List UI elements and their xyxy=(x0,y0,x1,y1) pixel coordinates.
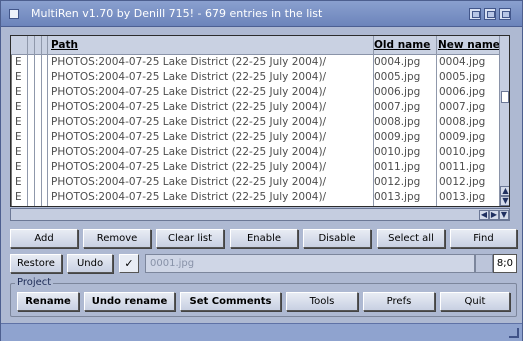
vertical-scrollbar[interactable]: ▲ ▼ xyxy=(499,36,509,206)
row-path: PHOTOS:2004-07-25 Lake District (22-25 J… xyxy=(51,86,327,98)
row-flag: E xyxy=(15,86,22,98)
vertical-scroll-knob[interactable] xyxy=(501,91,509,103)
list-item[interactable]: E PHOTOS:2004-07-25 Lake District (22-25… xyxy=(11,101,499,114)
scroll-right-icon[interactable]: ▶ xyxy=(489,210,499,220)
row-path: PHOTOS:2004-07-25 Lake District (22-25 J… xyxy=(51,191,327,203)
find-button[interactable]: Find xyxy=(450,229,517,248)
row-path: PHOTOS:2004-07-25 Lake District (22-25 J… xyxy=(51,56,327,68)
header-new-name[interactable]: New name xyxy=(438,39,500,51)
row-old-name: 0007.jpg xyxy=(374,101,421,113)
list-item[interactable]: E PHOTOS:2004-07-25 Lake District (22-25… xyxy=(11,191,499,204)
list-item[interactable]: E PHOTOS:2004-07-25 Lake District (22-25… xyxy=(11,131,499,144)
restore-button[interactable]: Restore xyxy=(10,254,62,273)
row-old-name: 0013.jpg xyxy=(374,191,421,203)
row-flag: E xyxy=(15,56,22,68)
row-path: PHOTOS:2004-07-25 Lake District (22-25 J… xyxy=(51,176,327,188)
list-item[interactable]: E PHOTOS:2004-07-25 Lake District (22-25… xyxy=(11,86,499,99)
row-new-name: 0007.jpg xyxy=(439,101,486,113)
row-flag: E xyxy=(15,146,22,158)
close-window-icon[interactable] xyxy=(9,9,19,19)
file-list[interactable]: Path Old name New name E PHOTOS:2004-07-… xyxy=(10,35,510,207)
list-item[interactable]: E PHOTOS:2004-07-25 Lake District (22-25… xyxy=(11,161,499,174)
resize-handle-icon[interactable] xyxy=(509,328,519,338)
row-path: PHOTOS:2004-07-25 Lake District (22-25 J… xyxy=(51,146,327,158)
row-flag: E xyxy=(15,176,22,188)
row-old-name: 0011.jpg xyxy=(374,161,421,173)
row-path: PHOTOS:2004-07-25 Lake District (22-25 J… xyxy=(51,101,327,113)
row-flag: E xyxy=(15,131,22,143)
row-flag: E xyxy=(15,116,22,128)
undo-rename-button[interactable]: Undo rename xyxy=(84,292,175,311)
counter-field[interactable]: 8;0 xyxy=(493,254,517,273)
clear-list-button[interactable]: Clear list xyxy=(156,229,224,248)
window-bottom-border xyxy=(1,323,522,341)
row-path: PHOTOS:2004-07-25 Lake District (22-25 J… xyxy=(51,131,327,143)
row-path: PHOTOS:2004-07-25 Lake District (22-25 J… xyxy=(51,116,327,128)
list-item[interactable]: E PHOTOS:2004-07-25 Lake District (22-25… xyxy=(11,116,499,129)
remove-button[interactable]: Remove xyxy=(83,229,151,248)
title-bar[interactable]: MultiRen v1.70 by Denill 715! - 679 entr… xyxy=(1,1,522,27)
header-path[interactable]: Path xyxy=(51,39,78,51)
row-flag: E xyxy=(15,191,22,203)
row-path: PHOTOS:2004-07-25 Lake District (22-25 J… xyxy=(51,71,327,83)
project-group-label: Project xyxy=(15,277,54,288)
scroll-down-icon[interactable]: ▼ xyxy=(500,196,509,206)
row-new-name: 0010.jpg xyxy=(439,146,486,158)
iconify-icon[interactable] xyxy=(469,8,481,20)
multiren-window: MultiRen v1.70 by Denill 715! - 679 entr… xyxy=(0,0,523,341)
row-flag: E xyxy=(15,161,22,173)
window-title: MultiRen v1.70 by Denill 715! - 679 entr… xyxy=(31,7,323,20)
row-old-name: 0008.jpg xyxy=(374,116,421,128)
list-item[interactable]: E PHOTOS:2004-07-25 Lake District (22-25… xyxy=(11,146,499,159)
prefs-button[interactable]: Prefs xyxy=(363,292,435,311)
row-new-name: 0013.jpg xyxy=(439,191,486,203)
add-button[interactable]: Add xyxy=(10,229,78,248)
zoom-icon[interactable] xyxy=(484,8,496,20)
depth-icon[interactable] xyxy=(499,8,511,20)
row-new-name: 0005.jpg xyxy=(439,71,486,83)
row-old-name: 0010.jpg xyxy=(374,146,421,158)
apply-checkmark-button[interactable]: ✓ xyxy=(119,254,139,273)
row-old-name: 0004.jpg xyxy=(374,56,421,68)
row-flag: E xyxy=(15,101,22,113)
row-path: PHOTOS:2004-07-25 Lake District (22-25 J… xyxy=(51,161,327,173)
enable-button[interactable]: Enable xyxy=(230,229,298,248)
row-old-name: 0009.jpg xyxy=(374,131,421,143)
list-header: Path Old name New name xyxy=(11,36,500,55)
scroll-down-small-icon[interactable]: ▼ xyxy=(499,210,509,220)
name-field-end xyxy=(475,254,493,273)
quit-button[interactable]: Quit xyxy=(440,292,510,311)
undo-button[interactable]: Undo xyxy=(67,254,113,273)
tools-button[interactable]: Tools xyxy=(286,292,358,311)
row-flag: E xyxy=(15,71,22,83)
list-item[interactable]: E PHOTOS:2004-07-25 Lake District (22-25… xyxy=(11,176,499,189)
disable-button[interactable]: Disable xyxy=(303,229,371,248)
row-new-name: 0006.jpg xyxy=(439,86,486,98)
horizontal-scrollbar[interactable]: ◀ ▶ ▼ xyxy=(10,208,510,221)
row-new-name: 0011.jpg xyxy=(439,161,486,173)
list-item[interactable]: E PHOTOS:2004-07-25 Lake District (22-25… xyxy=(11,71,499,84)
row-new-name: 0008.jpg xyxy=(439,116,486,128)
select-all-button[interactable]: Select all xyxy=(377,229,445,248)
rename-button[interactable]: Rename xyxy=(17,292,79,311)
row-new-name: 0004.jpg xyxy=(439,56,486,68)
row-old-name: 0012.jpg xyxy=(374,176,421,188)
scroll-left-icon[interactable]: ◀ xyxy=(479,210,489,220)
row-old-name: 0006.jpg xyxy=(374,86,421,98)
row-new-name: 0012.jpg xyxy=(439,176,486,188)
scroll-up-icon[interactable]: ▲ xyxy=(500,186,509,196)
new-name-input[interactable]: 0001.jpg xyxy=(145,254,475,273)
row-new-name: 0009.jpg xyxy=(439,131,486,143)
row-old-name: 0005.jpg xyxy=(374,71,421,83)
header-old-name[interactable]: Old name xyxy=(374,39,430,51)
set-comments-button[interactable]: Set Comments xyxy=(180,292,281,311)
list-item[interactable]: E PHOTOS:2004-07-25 Lake District (22-25… xyxy=(11,56,499,69)
